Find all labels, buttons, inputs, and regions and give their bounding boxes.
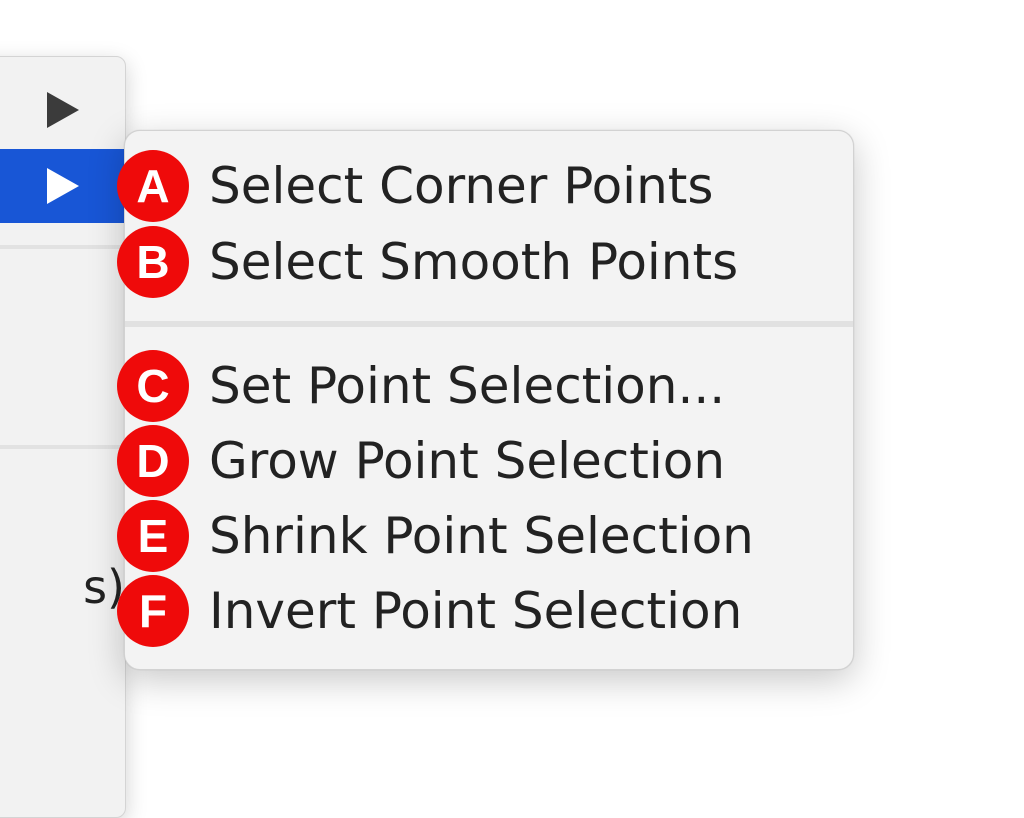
menu-separator [0,445,125,449]
menu-separator [125,321,853,327]
annotation-badge: C [117,350,189,422]
submenu-arrow-icon [47,168,79,204]
menu-item-set-point-selection[interactable]: C Set Point Selection... [117,349,853,423]
submenu-arrow-icon [47,92,79,128]
menu-item-shrink-point-selection[interactable]: E Shrink Point Selection [117,499,853,573]
menu-item-invert-point-selection[interactable]: F Invert Point Selection [117,574,853,648]
annotation-badge: A [117,150,189,222]
menu-item-select-smooth-points[interactable]: B Select Smooth Points [117,225,853,299]
menu-item-grow-point-selection[interactable]: D Grow Point Selection [117,424,853,498]
menu-item-label: Shrink Point Selection [209,507,754,565]
parent-menu-item-selected[interactable] [0,149,125,223]
annotation-badge: F [117,575,189,647]
menu-item-select-corner-points[interactable]: A Select Corner Points [117,149,853,223]
point-selection-submenu: A Select Corner Points B Select Smooth P… [117,130,854,670]
menu-item-label: Select Smooth Points [209,233,739,291]
menu-item-label: Grow Point Selection [209,432,726,490]
menu-item-label: Select Corner Points [209,157,714,215]
annotation-badge: D [117,425,189,497]
menu-item-label: Invert Point Selection [209,582,743,640]
annotation-badge: B [117,226,189,298]
parent-menu-item-1[interactable] [0,73,125,147]
menu-item-label: Set Point Selection... [209,357,726,415]
parent-menu: s) [0,56,126,818]
menu-separator [0,245,125,249]
annotation-badge: E [117,500,189,572]
